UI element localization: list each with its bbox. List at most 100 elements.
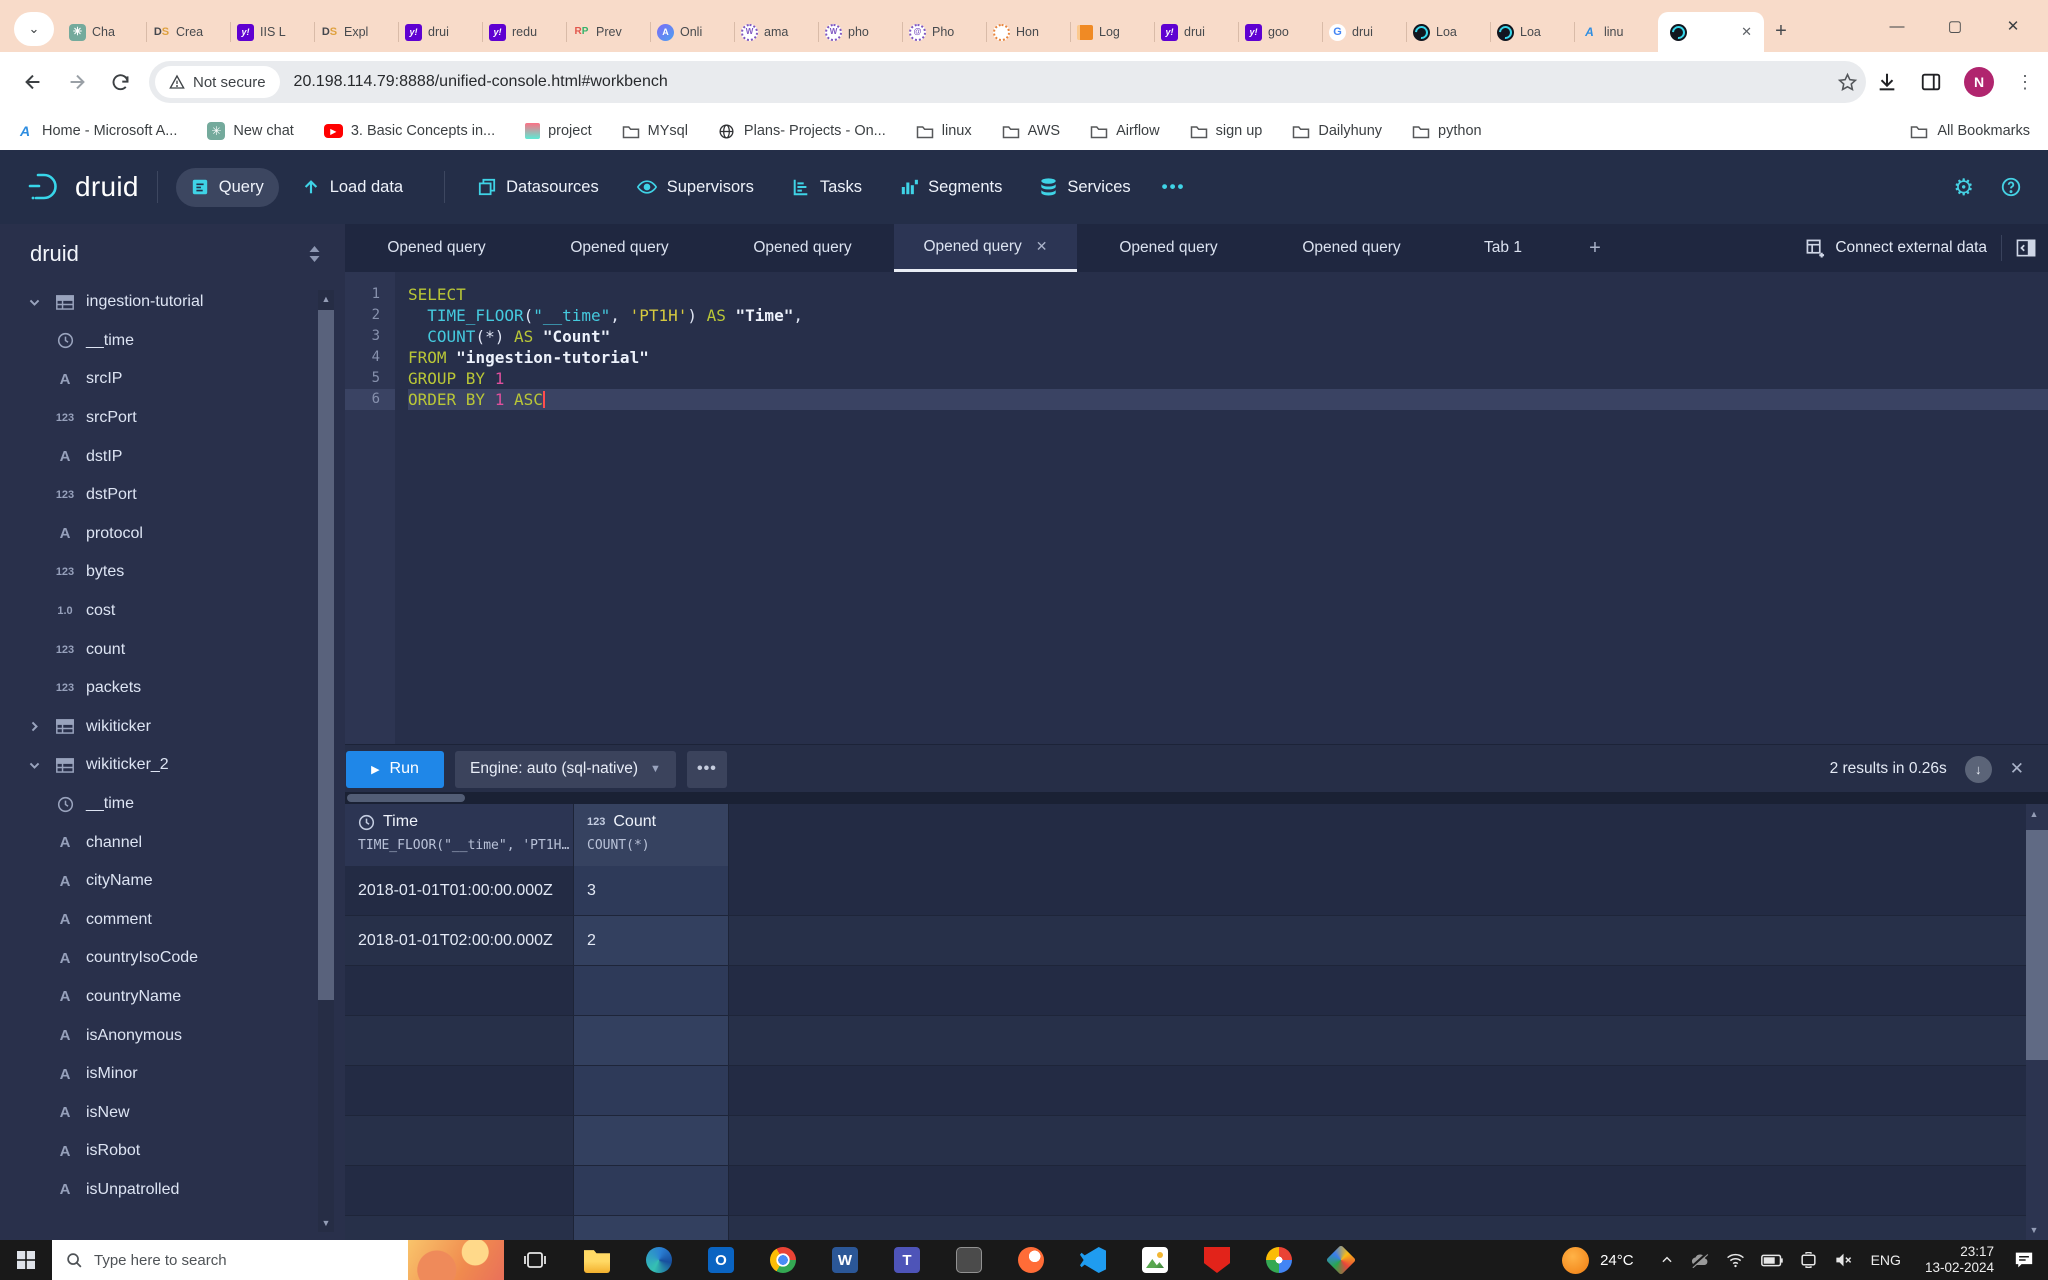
browser-tab[interactable]: R P Prev [566, 12, 650, 52]
scroll-up-icon[interactable]: ▲ [318, 294, 334, 304]
notification-center-icon[interactable] [2014, 1251, 2034, 1269]
clock-widget[interactable]: 23:17 13-02-2024 [1925, 1244, 1994, 1276]
new-query-tab-button[interactable]: + [1563, 224, 1627, 272]
explorer-taskbar-icon[interactable] [566, 1240, 628, 1280]
tree-item-cityName[interactable]: AcityName [0, 862, 317, 901]
count-cell[interactable] [574, 1216, 729, 1240]
query-tab[interactable]: Tab 1 [1443, 224, 1563, 272]
sort-toggle-icon[interactable] [308, 246, 321, 262]
cast-icon[interactable] [1799, 1252, 1818, 1268]
count-cell[interactable]: 2 [574, 916, 729, 965]
weather-widget[interactable]: 24°C [1544, 1246, 1652, 1274]
chevron-right-icon[interactable] [28, 720, 44, 733]
time-cell[interactable] [345, 966, 574, 1015]
table-row[interactable] [345, 1116, 2026, 1166]
tab-close-icon[interactable]: ✕ [1741, 24, 1752, 40]
bookmark-item[interactable]: MYsql [622, 122, 688, 140]
new-tab-button[interactable]: + [1766, 16, 1796, 46]
results-vscrollbar[interactable]: ▲ ▼ [2026, 804, 2048, 1240]
wifi-icon[interactable] [1726, 1252, 1745, 1268]
browser-tab[interactable]: ✳ Cha [62, 12, 146, 52]
back-icon[interactable] [22, 71, 44, 93]
time-cell[interactable] [345, 1166, 574, 1215]
browser-tab[interactable]: y! goo [1238, 12, 1322, 52]
settings-gear-icon[interactable]: ⚙ [1953, 174, 1974, 201]
shield-taskbar-icon[interactable] [1186, 1240, 1248, 1280]
count-cell[interactable] [574, 1016, 729, 1065]
bookmark-item[interactable]: Plans- Projects - On... [718, 122, 886, 140]
browser-tab[interactable]: A Onli [650, 12, 734, 52]
tree-item-isUnpatrolled[interactable]: AisUnpatrolled [0, 1171, 317, 1210]
bookmark-item[interactable]: A Home - Microsoft A... [16, 122, 177, 140]
bookmark-item[interactable]: sign up [1190, 122, 1262, 140]
url-text[interactable]: 20.198.114.79:8888/unified-console.html#… [294, 73, 668, 91]
outlook-taskbar-icon[interactable]: O [690, 1240, 752, 1280]
results-column-header[interactable]: Time TIME_FLOOR("__time", 'PT1H… [345, 804, 574, 866]
browser-tab[interactable]: y! redu [482, 12, 566, 52]
query-tab[interactable]: Opened query [711, 224, 894, 272]
count-cell[interactable] [574, 1116, 729, 1165]
bookmark-item[interactable]: AWS [1002, 122, 1060, 140]
tree-item-protocol[interactable]: Aprotocol [0, 515, 317, 554]
count-cell[interactable] [574, 1066, 729, 1115]
tree-item-wikiticker[interactable]: wikiticker [0, 708, 317, 747]
chevron-down-icon[interactable] [28, 296, 44, 309]
count-cell[interactable]: 3 [574, 866, 729, 915]
nav-item-segments[interactable]: Segments [885, 168, 1017, 207]
query-tab[interactable]: Opened query [528, 224, 711, 272]
browser-tab[interactable]: y! drui [1154, 12, 1238, 52]
bookmark-star-icon[interactable] [1837, 72, 1858, 93]
sql-editor[interactable]: 1 2 3 4 5 6 SELECT TIME_FLOOR("__time", 'PT1H… [345, 272, 2048, 744]
diamond-taskbar-icon[interactable] [1310, 1240, 1372, 1280]
tree-item-cost[interactable]: 1.0 cost [0, 592, 317, 631]
table-row[interactable] [345, 1066, 2026, 1116]
bookmark-item[interactable]: Dailyhuny [1292, 122, 1382, 140]
taskbar-search-input[interactable]: Type here to search [52, 1240, 504, 1280]
bookmark-item[interactable]: ▶ 3. Basic Concepts in... [323, 123, 495, 139]
not-secure-chip[interactable]: Not secure [155, 66, 280, 98]
tree-item-dstPort[interactable]: 123 dstPort [0, 476, 317, 515]
tree-item-dstIP[interactable]: AdstIP [0, 437, 317, 476]
time-cell[interactable] [345, 1016, 574, 1065]
tree-item-wikiticker_2[interactable]: wikiticker_2 [0, 746, 317, 785]
vscode-taskbar-icon[interactable] [1062, 1240, 1124, 1280]
browser-tab[interactable]: y! IIS L [230, 12, 314, 52]
table-row[interactable] [345, 966, 2026, 1016]
table-row[interactable]: 2018-01-01T01:00:00.000Z 3 [345, 866, 2026, 916]
table-row[interactable]: 2018-01-01T02:00:00.000Z 2 [345, 916, 2026, 966]
results-column-header[interactable]: 123 Count COUNT(*) [574, 804, 729, 866]
table-row[interactable] [345, 1016, 2026, 1066]
sidebar-scrollbar[interactable]: ▲ ▼ [318, 290, 334, 1232]
results-hscrollbar[interactable] [345, 792, 2048, 804]
all-bookmarks-button[interactable]: All Bookmarks [1910, 123, 2030, 139]
browser-tab[interactable]: Hon [986, 12, 1070, 52]
time-cell[interactable]: 2018-01-01T01:00:00.000Z [345, 866, 574, 915]
browser-tab[interactable]: Alinu [1574, 12, 1658, 52]
word-taskbar-icon[interactable]: W [814, 1240, 876, 1280]
window-close-button[interactable]: ✕ [1984, 6, 2042, 46]
time-cell[interactable] [345, 1066, 574, 1115]
photos-taskbar-icon[interactable] [1124, 1240, 1186, 1280]
nav-item-supervisors[interactable]: Supervisors [622, 168, 769, 207]
bookmark-item[interactable]: linux [916, 122, 972, 140]
browser-tab[interactable]: Loa [1406, 12, 1490, 52]
tree-item-srcIP[interactable]: AsrcIP [0, 360, 317, 399]
query-tab[interactable]: Opened query ✕ [894, 224, 1077, 272]
browser-tab-active[interactable]: ✕ [1658, 12, 1764, 52]
tree-item-isRobot[interactable]: AisRobot [0, 1132, 317, 1171]
window-maximize-button[interactable]: ▢ [1926, 6, 1984, 46]
download-results-icon[interactable]: ↓ [1964, 755, 1992, 783]
tree-item-ingestion-tutorial[interactable]: ingestion-tutorial [0, 283, 317, 322]
count-cell[interactable] [574, 966, 729, 1015]
nav-item-services[interactable]: Services [1025, 168, 1145, 207]
taskview-taskbar-icon[interactable] [504, 1240, 566, 1280]
sidebar-scroll-thumb[interactable] [318, 310, 334, 1000]
tree-item-comment[interactable]: Acomment [0, 901, 317, 940]
bookmark-item[interactable]: project [525, 123, 592, 139]
scroll-up-icon[interactable]: ▲ [2026, 809, 2042, 819]
chevron-down-icon[interactable] [28, 759, 44, 772]
forward-icon[interactable] [66, 71, 88, 93]
scroll-down-icon[interactable]: ▼ [2026, 1225, 2042, 1235]
browser-tab[interactable]: Gdrui [1322, 12, 1406, 52]
tray-expand-icon[interactable] [1660, 1253, 1674, 1267]
